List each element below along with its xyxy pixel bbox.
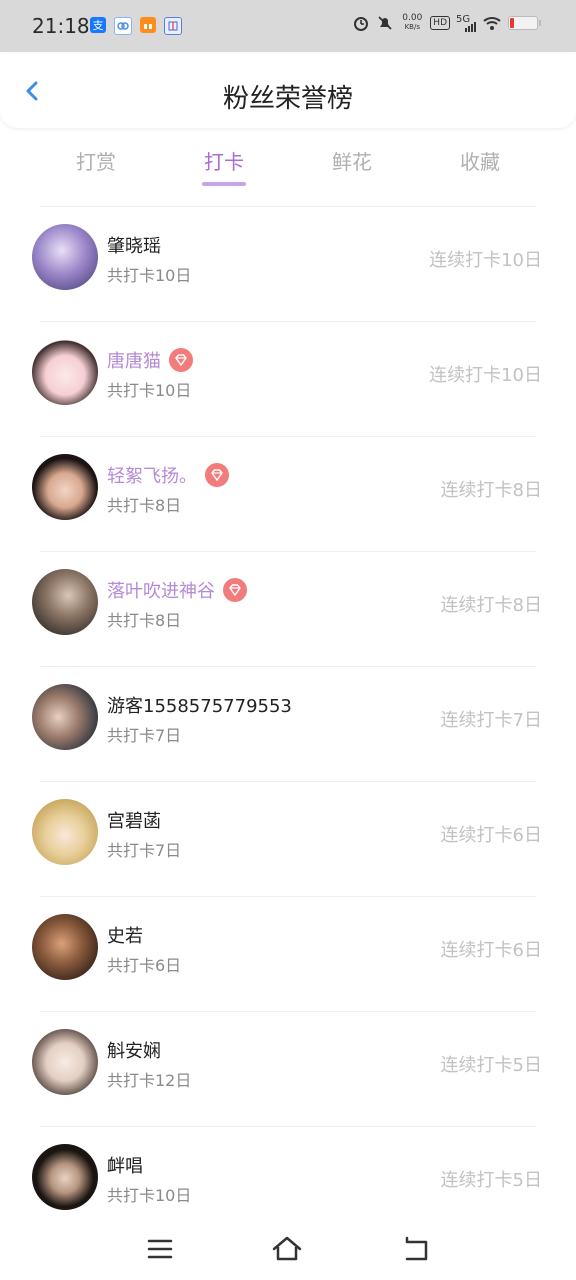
avatar[interactable] xyxy=(32,799,98,865)
app-icon xyxy=(114,17,132,35)
divider xyxy=(40,436,536,437)
streak-checkins: 连续打卡6日 xyxy=(440,940,542,961)
list-item[interactable]: 轻絮飞扬。 共打卡8日 连续打卡8日 xyxy=(0,436,576,551)
avatar[interactable] xyxy=(32,339,98,405)
divider xyxy=(40,206,536,207)
diamond-badge-icon xyxy=(169,348,193,372)
streak-checkins: 连续打卡5日 xyxy=(440,1055,542,1076)
divider xyxy=(40,321,536,322)
avatar[interactable] xyxy=(32,569,98,635)
status-bar: 21:18 支 0.00 KB/s HD 5G xyxy=(0,0,576,52)
avatar[interactable] xyxy=(32,684,98,750)
name-line: 轻絮飞扬。 xyxy=(107,462,229,488)
list-item[interactable]: 宫碧菡 共打卡7日 连续打卡6日 xyxy=(0,781,576,896)
list-item[interactable]: 落叶吹进神谷 共打卡8日 连续打卡8日 xyxy=(0,551,576,666)
signal-bars-icon xyxy=(465,22,476,32)
status-system-icons: 0.00 KB/s HD 5G xyxy=(352,13,541,32)
tab-checkin[interactable]: 打卡 xyxy=(164,146,284,175)
total-checkins: 共打卡6日 xyxy=(107,956,182,975)
fan-name: 斛安娴 xyxy=(107,1041,161,1062)
net-speed: 0.00 KB/s xyxy=(402,13,423,32)
total-checkins: 共打卡7日 xyxy=(107,726,182,745)
tab-favorites[interactable]: 收藏 xyxy=(420,146,540,175)
hd-badge: HD xyxy=(430,16,450,30)
status-notification-icons: 支 xyxy=(90,17,182,35)
name-line: 斛安娴 xyxy=(107,1037,161,1063)
divider xyxy=(40,896,536,897)
list-item[interactable]: 斛安娴 共打卡12日 连续打卡5日 xyxy=(0,1011,576,1126)
total-checkins: 共打卡8日 xyxy=(107,611,182,630)
list-item[interactable]: 唐唐猫 共打卡10日 连续打卡10日 xyxy=(0,321,576,436)
name-line: 史若 xyxy=(107,922,143,948)
list-item[interactable]: 史若 共打卡6日 连续打卡6日 xyxy=(0,896,576,1011)
divider xyxy=(40,781,536,782)
wifi-icon xyxy=(483,17,501,30)
diamond-badge-icon xyxy=(223,578,247,602)
page-title: 粉丝荣誉榜 xyxy=(222,84,353,114)
streak-checkins: 连续打卡8日 xyxy=(440,480,542,501)
fan-name: 史若 xyxy=(107,926,143,947)
avatar[interactable] xyxy=(32,1144,98,1210)
name-line: 衅唱 xyxy=(107,1152,143,1178)
avatar[interactable] xyxy=(32,1029,98,1095)
streak-checkins: 连续打卡8日 xyxy=(440,595,542,616)
name-line: 宫碧菡 xyxy=(107,807,161,833)
total-checkins: 共打卡10日 xyxy=(107,381,192,400)
streak-checkins: 连续打卡10日 xyxy=(429,365,542,386)
avatar[interactable] xyxy=(32,454,98,520)
total-checkins: 共打卡7日 xyxy=(107,841,182,860)
streak-checkins: 连续打卡10日 xyxy=(429,250,542,271)
fan-name: 轻絮飞扬。 xyxy=(107,466,197,487)
home-icon[interactable] xyxy=(270,1232,304,1266)
streak-checkins: 连续打卡5日 xyxy=(440,1170,542,1191)
list-item[interactable]: 肇晓瑶 共打卡10日 连续打卡10日 xyxy=(0,206,576,321)
menu-icon[interactable] xyxy=(143,1232,177,1266)
active-tab-indicator xyxy=(202,182,246,186)
divider xyxy=(40,666,536,667)
fan-name: 落叶吹进神谷 xyxy=(107,581,215,602)
fan-name: 唐唐猫 xyxy=(107,351,161,372)
tab-reward[interactable]: 打赏 xyxy=(36,146,156,175)
fan-name: 宫碧菡 xyxy=(107,811,161,832)
tab-bar: 打赏 打卡 鲜花 收藏 xyxy=(0,136,576,190)
diamond-badge-icon xyxy=(205,463,229,487)
divider xyxy=(40,551,536,552)
gift-icon xyxy=(140,17,156,33)
streak-checkins: 连续打卡6日 xyxy=(440,825,542,846)
avatar[interactable] xyxy=(32,224,98,290)
alipay-icon: 支 xyxy=(90,17,106,33)
name-line: 肇晓瑶 xyxy=(107,232,161,258)
back-icon[interactable] xyxy=(399,1232,433,1266)
alarm-icon xyxy=(354,17,369,31)
status-time: 21:18 xyxy=(32,14,90,38)
battery-icon xyxy=(508,16,541,30)
total-checkins: 共打卡12日 xyxy=(107,1071,192,1090)
name-line: 唐唐猫 xyxy=(107,347,193,373)
signal-5g: 5G xyxy=(456,14,476,32)
tab-flowers[interactable]: 鲜花 xyxy=(292,146,412,175)
divider xyxy=(40,1126,536,1127)
name-line: 游客1558575779553 xyxy=(107,692,292,718)
page-header: 粉丝荣誉榜 xyxy=(0,54,576,128)
total-checkins: 共打卡10日 xyxy=(107,266,192,285)
divider xyxy=(40,1011,536,1012)
system-nav-bar xyxy=(0,1220,576,1280)
total-checkins: 共打卡10日 xyxy=(107,1186,192,1205)
total-checkins: 共打卡8日 xyxy=(107,496,182,515)
fan-name: 衅唱 xyxy=(107,1156,143,1177)
fan-name: 游客1558575779553 xyxy=(107,696,292,717)
avatar[interactable] xyxy=(32,914,98,980)
fan-name: 肇晓瑶 xyxy=(107,236,161,257)
list-item[interactable]: 游客1558575779553 共打卡7日 连续打卡7日 xyxy=(0,666,576,781)
streak-checkins: 连续打卡7日 xyxy=(440,710,542,731)
mute-icon xyxy=(378,16,392,30)
pin-icon xyxy=(164,17,182,35)
name-line: 落叶吹进神谷 xyxy=(107,577,247,603)
